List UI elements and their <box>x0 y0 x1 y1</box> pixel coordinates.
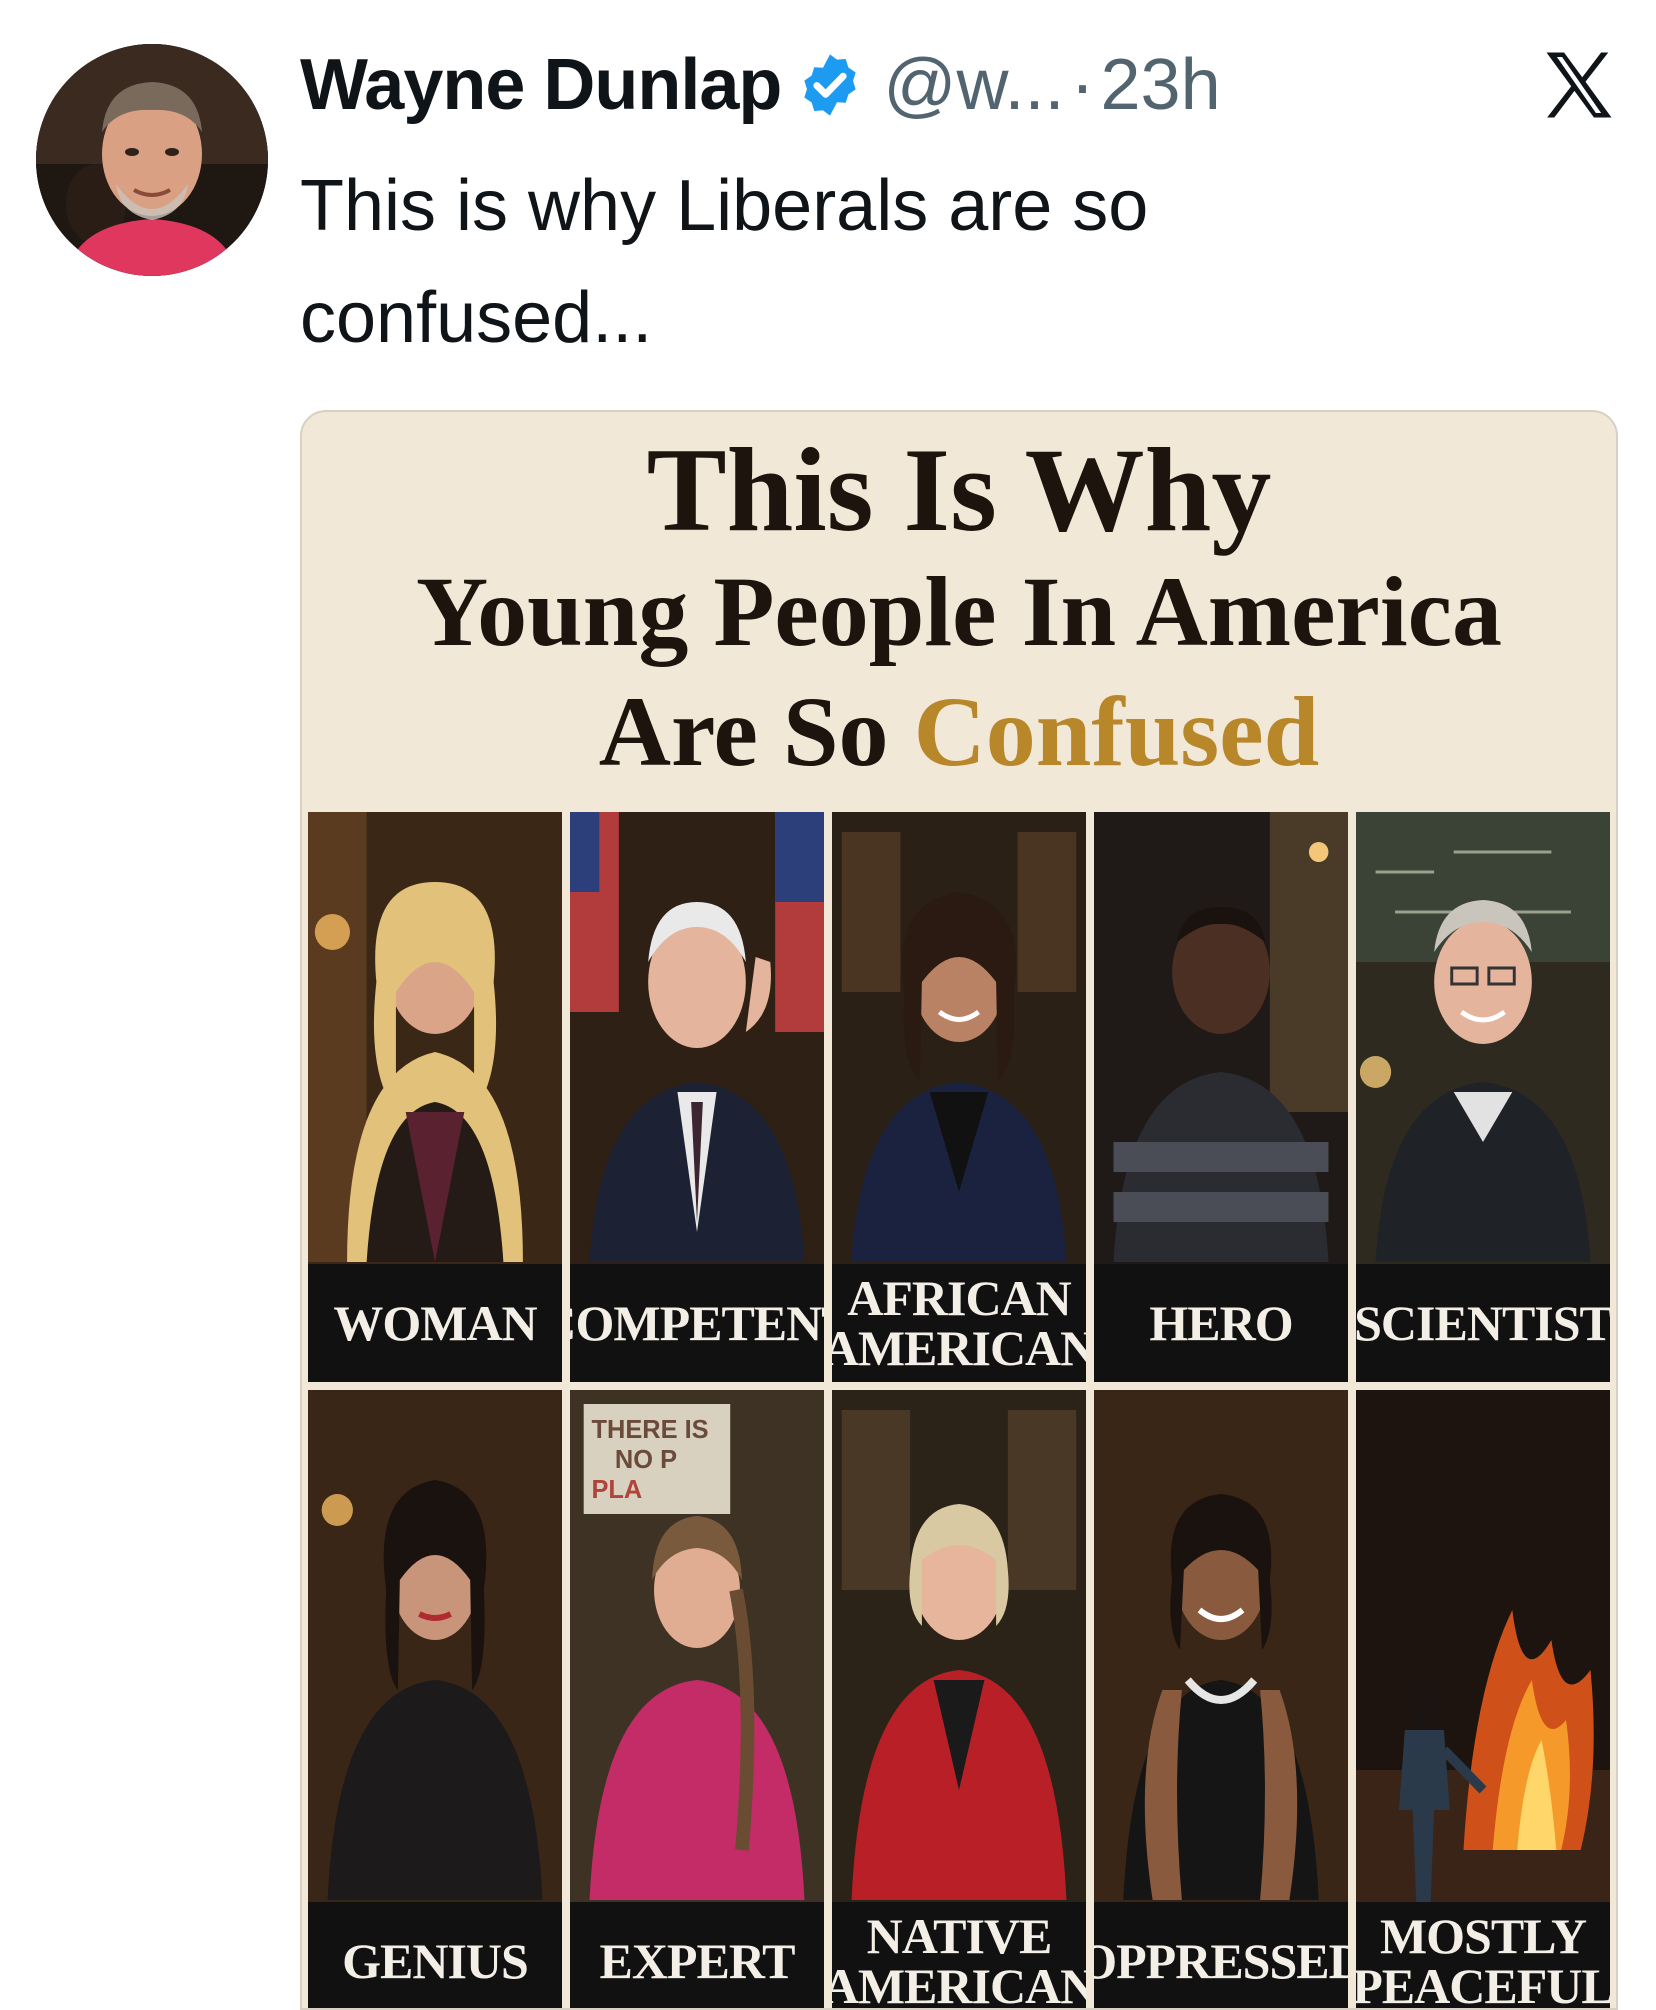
panel-caption: AFRICAN AMERICAN <box>832 1264 1086 1382</box>
meme-panel: WOMAN <box>308 812 562 1382</box>
avatar-photo <box>36 44 268 276</box>
panel-caption: MOSTLY PEACEFUL <box>1356 1902 1610 2008</box>
x-logo-icon[interactable] <box>1540 46 1618 124</box>
meme-panel: HERO <box>1094 812 1348 1382</box>
meme-panel: AFRICAN AMERICAN <box>832 812 1086 1382</box>
protest-sign-text: THERE IS <box>591 1416 708 1444</box>
meme-title-line-3-start: Are So <box>598 676 914 787</box>
header-separator: · <box>1070 45 1095 125</box>
meme-title-line-2: Young People In America <box>415 556 1503 667</box>
post-text: This is why Liberals are so confused... <box>300 166 1149 358</box>
panel-caption: GENIUS <box>308 1902 562 2008</box>
panel-caption: OPPRESSED <box>1094 1902 1348 2008</box>
meme-panel: SCIENTIST <box>1356 812 1610 1382</box>
meme-title-accent-word: Confused <box>913 676 1320 787</box>
panel-caption: NATIVE AMERICAN <box>832 1902 1086 2008</box>
post-media-image[interactable]: This Is Why Young People In America Are … <box>300 410 1618 2010</box>
post-timestamp[interactable]: 23h <box>1101 44 1221 126</box>
meme-panel: COMPETENT <box>570 812 824 1382</box>
meme-title: This Is Why Young People In America Are … <box>302 412 1616 812</box>
svg-text:NO P: NO P <box>615 1446 677 1474</box>
meme-panel: GENIUS <box>308 1390 562 2008</box>
meme-panel-grid: WOMAN COMPETENT <box>308 812 1610 2008</box>
post-header: Wayne Dunlap @w... · 23h <box>300 30 1221 140</box>
svg-text:PLA: PLA <box>591 1476 642 1504</box>
panel-caption: WOMAN <box>308 1264 562 1382</box>
verified-badge-icon <box>795 50 865 120</box>
meme-panel: NATIVE AMERICAN <box>832 1390 1086 2008</box>
panel-caption: COMPETENT <box>570 1264 824 1382</box>
author-name[interactable]: Wayne Dunlap <box>300 44 782 126</box>
meme-title-line-3: Are So Confused <box>302 672 1616 792</box>
panel-caption: EXPERT <box>570 1902 824 2008</box>
author-handle[interactable]: @w... <box>883 44 1064 126</box>
meme-panel: OPPRESSED <box>1094 1390 1348 2008</box>
meme-panel: THERE IS NO P PLA EXPERT <box>570 1390 824 2008</box>
panel-caption: SCIENTIST <box>1356 1264 1610 1382</box>
meme-title-line-1: This Is Why <box>646 423 1272 556</box>
author-avatar[interactable] <box>36 44 268 276</box>
meme-panel: MOSTLY PEACEFUL <box>1356 1390 1610 2008</box>
panel-caption: HERO <box>1094 1264 1348 1382</box>
